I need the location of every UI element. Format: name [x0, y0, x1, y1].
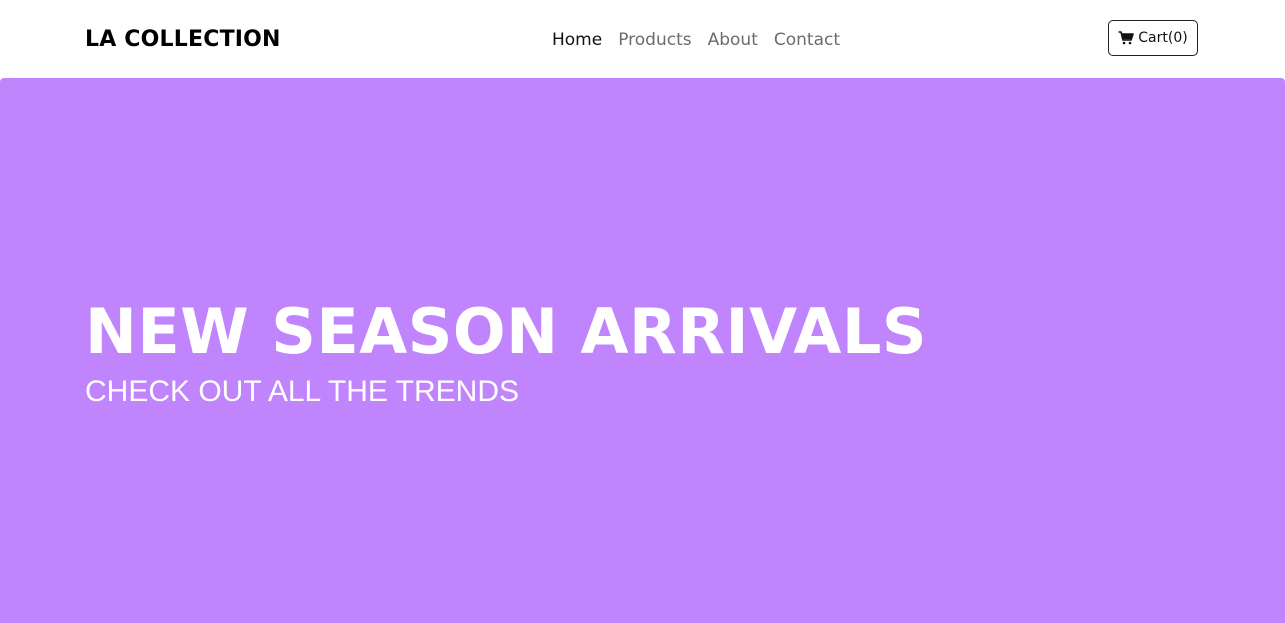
hero-banner: NEW SEASON ARRIVALS CHECK OUT ALL THE TR…: [0, 78, 1285, 623]
hero-title: NEW SEASON ARRIVALS: [85, 295, 927, 368]
cart-label: Cart(0): [1138, 30, 1188, 46]
nav-links: Home Products About Contact: [552, 28, 840, 52]
hero-subtitle: CHECK OUT ALL THE TRENDS: [85, 375, 520, 408]
shopping-cart-icon: [1118, 31, 1135, 45]
nav-item-home[interactable]: Home: [552, 28, 602, 52]
navbar: LA COLLECTION Home Products About Contac…: [0, 0, 1285, 78]
nav-item-products[interactable]: Products: [618, 28, 691, 52]
nav-item-about[interactable]: About: [708, 28, 758, 52]
brand-logo[interactable]: LA COLLECTION: [85, 25, 281, 55]
nav-item-contact[interactable]: Contact: [774, 28, 840, 52]
cart-button[interactable]: Cart(0): [1108, 20, 1198, 56]
